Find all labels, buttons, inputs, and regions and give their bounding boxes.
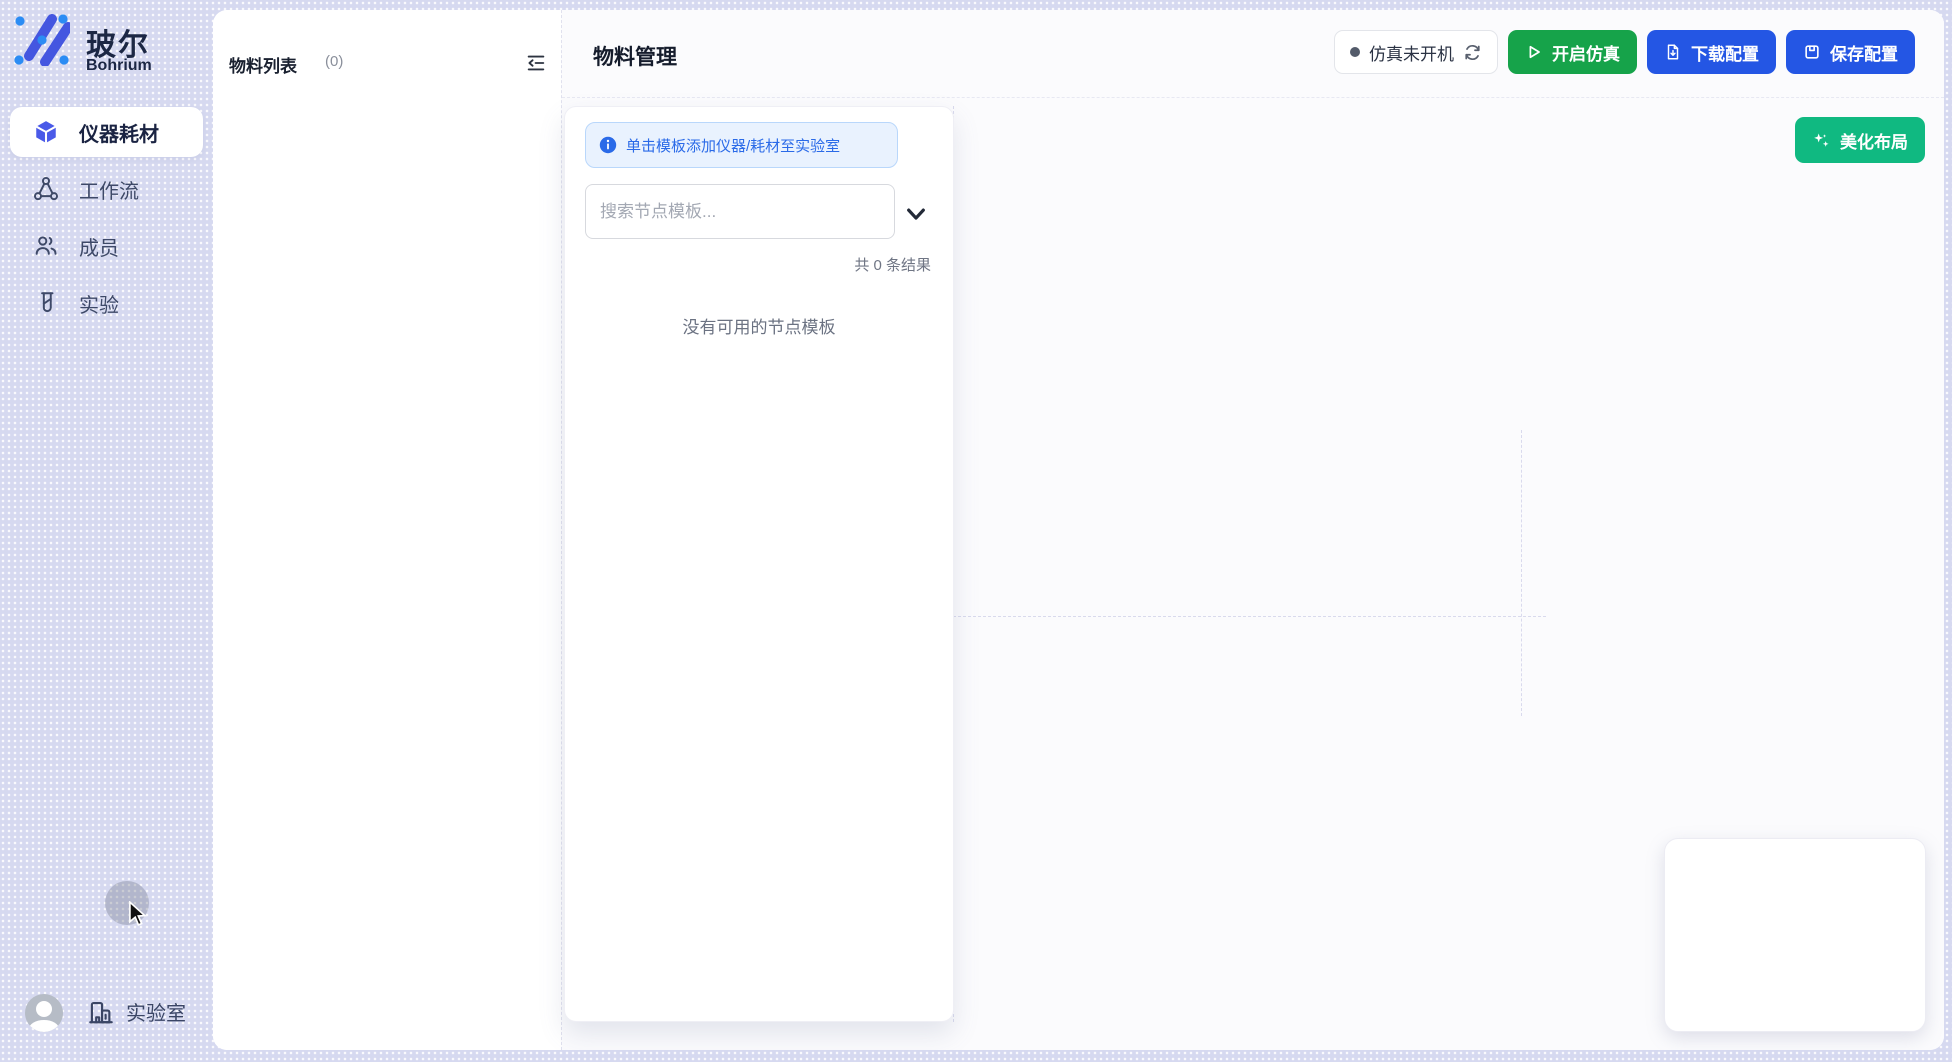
minimap-panel — [1664, 838, 1926, 1032]
info-banner: 单击模板添加仪器/耗材至实验室 — [585, 122, 898, 168]
material-list-title: 物料列表 — [229, 52, 297, 77]
play-icon — [1525, 43, 1543, 61]
results-count: 共 0 条结果 — [854, 254, 931, 275]
sidebar-item-experiment[interactable]: 实验 — [10, 278, 203, 328]
simulation-status-pill[interactable]: 仿真未开机 — [1334, 30, 1498, 74]
building-icon — [86, 996, 116, 1026]
download-config-button[interactable]: 下载配置 — [1647, 30, 1776, 74]
brand-name-en: Bohrium — [86, 57, 152, 75]
sidebar-item-label: 仪器耗材 — [79, 118, 159, 147]
lab-entry[interactable]: 实验室 — [86, 996, 186, 1026]
status-label: 仿真未开机 — [1369, 40, 1454, 65]
sidebar-item-members[interactable]: 成员 — [10, 221, 203, 271]
lab-label: 实验室 — [126, 997, 186, 1026]
empty-state-text: 没有可用的节点模板 — [565, 313, 953, 338]
download-config-label: 下载配置 — [1691, 40, 1759, 65]
search-input[interactable] — [585, 184, 895, 239]
experiment-icon — [33, 290, 59, 316]
start-simulation-label: 开启仿真 — [1552, 40, 1620, 65]
brand-logo — [14, 14, 70, 71]
save-config-label: 保存配置 — [1830, 40, 1898, 65]
info-icon — [599, 136, 617, 154]
canvas-guide-horizontal — [953, 616, 1546, 617]
sidebar: 玻尔 Bohrium 仪器耗材 工作流 成员 实验 — [0, 0, 213, 1062]
cube-icon — [33, 119, 59, 145]
sidebar-footer: 实验室 — [0, 996, 213, 1036]
beautify-layout-button[interactable]: 美化布局 — [1795, 117, 1925, 163]
user-avatar[interactable] — [25, 994, 63, 1032]
beautify-layout-label: 美化布局 — [1840, 128, 1908, 153]
material-list-count: (0) — [325, 53, 343, 70]
sparkles-icon — [1812, 131, 1831, 150]
sidebar-item-instruments[interactable]: 仪器耗材 — [10, 107, 203, 157]
members-icon — [33, 233, 59, 259]
workflow-icon — [33, 176, 59, 202]
canvas-area[interactable]: 物料管理 仿真未开机 开启仿真 — [561, 10, 1944, 1050]
collapse-panel-icon[interactable] — [525, 52, 547, 74]
start-simulation-button[interactable]: 开启仿真 — [1508, 30, 1637, 74]
sidebar-item-label: 工作流 — [79, 175, 139, 204]
sidebar-item-label: 实验 — [79, 289, 119, 318]
page-title: 物料管理 — [593, 41, 677, 71]
refresh-icon[interactable] — [1463, 43, 1482, 62]
header-controls: 仿真未开机 开启仿真 下 — [1334, 30, 1915, 74]
sidebar-item-workflow[interactable]: 工作流 — [10, 164, 203, 214]
status-dot-icon — [1350, 47, 1360, 57]
sidebar-item-label: 成员 — [79, 232, 119, 261]
save-config-button[interactable]: 保存配置 — [1786, 30, 1915, 74]
main-surface: 物料列表 (0) 物料管理 仿真未开机 — [213, 10, 1944, 1050]
info-banner-text: 单击模板添加仪器/耗材至实验室 — [626, 135, 840, 156]
download-file-icon — [1664, 43, 1682, 61]
chevron-down-icon[interactable] — [905, 206, 927, 224]
template-palette-card: 单击模板添加仪器/耗材至实验室 共 0 条结果 没有可用的节点模板 — [564, 106, 954, 1022]
bohrium-logo-icon — [14, 14, 70, 66]
canvas-guide-vertical-right — [1521, 430, 1522, 716]
mouse-cursor-icon — [126, 901, 148, 927]
save-icon — [1803, 43, 1821, 61]
header-divider — [562, 97, 1944, 98]
material-list-panel: 物料列表 (0) — [213, 10, 561, 1050]
